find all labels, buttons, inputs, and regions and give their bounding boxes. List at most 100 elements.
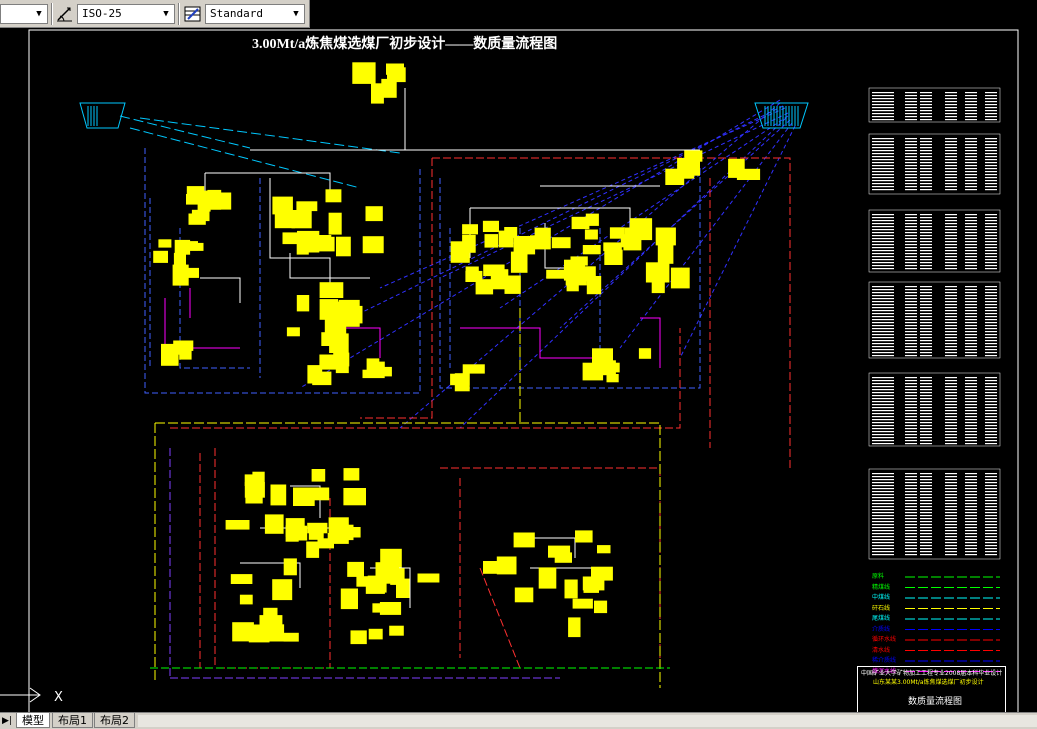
table-cell-line xyxy=(985,512,997,514)
table-cell-line xyxy=(945,542,957,544)
table-cell-line xyxy=(985,548,997,550)
annotation-block xyxy=(164,346,180,355)
legend-item: 循环水线 xyxy=(872,636,897,643)
table-cell-line xyxy=(920,349,932,351)
table-cell-line xyxy=(872,443,894,445)
table-cell-line xyxy=(872,241,894,243)
table-cell-line xyxy=(945,226,957,228)
table-cell-line xyxy=(905,512,917,514)
annotation-block xyxy=(684,150,703,162)
drawing-canvas[interactable]: 3.00Mt/a炼焦煤选煤厂初步设计——数质量流程图 原料 精煤线 中煤线 矸石线 尾煤… xyxy=(0,28,1037,714)
table-cell-line xyxy=(945,383,957,385)
horizontal-scrollbar[interactable] xyxy=(138,715,1037,727)
table-cell-line xyxy=(945,322,957,324)
table-cell-line xyxy=(905,232,917,234)
table-cell-line xyxy=(872,440,894,442)
annotation-block xyxy=(325,189,342,203)
tab-nav-last-icon[interactable]: ▶| xyxy=(0,714,14,728)
table-cell-line xyxy=(905,404,917,406)
table-cell-line xyxy=(985,165,997,167)
table-cell-line xyxy=(985,168,997,170)
table-cell-line xyxy=(985,322,997,324)
annotation-block xyxy=(389,625,404,636)
table-cell-line xyxy=(872,497,894,499)
annotation-block xyxy=(245,493,263,504)
annotation-block xyxy=(645,262,670,283)
table-cell-line xyxy=(985,241,997,243)
table-cell-line xyxy=(965,301,977,303)
table-cell-line xyxy=(905,168,917,170)
dimension-style-icon[interactable] xyxy=(55,4,75,24)
table-cell-line xyxy=(985,440,997,442)
table-cell-line xyxy=(965,407,977,409)
table-cell-line xyxy=(985,551,997,553)
table-cell-line xyxy=(965,226,977,228)
table-cell-line xyxy=(945,416,957,418)
table-cell-line xyxy=(985,401,997,403)
table-cell-line xyxy=(872,253,894,255)
table-cell-line xyxy=(920,383,932,385)
table-cell-line xyxy=(920,98,932,100)
toolbar-separator xyxy=(51,3,53,25)
table-cell-line xyxy=(905,313,917,315)
table-cell-line xyxy=(985,226,997,228)
table-cell-line xyxy=(945,316,957,318)
table-cell-line xyxy=(872,265,894,267)
table-cell-line xyxy=(945,551,957,553)
table-cell-line xyxy=(965,401,977,403)
table-cell-line xyxy=(872,392,894,394)
table-cell-line xyxy=(920,268,932,270)
table-cell-line xyxy=(945,310,957,312)
table-cell-line xyxy=(945,506,957,508)
table-cell-line xyxy=(920,177,932,179)
table-cell-line xyxy=(920,500,932,502)
table-cell-line xyxy=(985,214,997,216)
table-cell-line xyxy=(920,250,932,252)
table-cell-line xyxy=(905,383,917,385)
table-cell-line xyxy=(872,186,894,188)
table-cell-line xyxy=(945,503,957,505)
table-cell-line xyxy=(985,156,997,158)
table-cell-line xyxy=(920,413,932,415)
table-cell-line xyxy=(905,485,917,487)
table-cell-line xyxy=(965,389,977,391)
table-cell-line xyxy=(872,162,894,164)
table-style-icon[interactable] xyxy=(183,4,203,24)
table-cell-line xyxy=(920,548,932,550)
table-cell-line xyxy=(920,180,932,182)
annotation-block xyxy=(582,245,601,255)
table-cell-line xyxy=(965,346,977,348)
table-cell-line xyxy=(965,355,977,357)
table-cell-line xyxy=(872,110,894,112)
table-cell-line xyxy=(920,226,932,228)
table-cell-line xyxy=(905,533,917,535)
table-cell-line xyxy=(920,410,932,412)
annotation-block xyxy=(604,249,623,265)
table-cell-line xyxy=(945,162,957,164)
table-cell-line xyxy=(985,527,997,529)
annotation-block xyxy=(252,471,265,483)
tablestyle-dropdown[interactable]: Standard ▼ xyxy=(205,4,305,24)
table-cell-line xyxy=(872,509,894,511)
dimstyle-dropdown[interactable]: ISO-25 ▼ xyxy=(77,4,175,24)
tab-layout2[interactable]: 布局2 xyxy=(94,713,135,728)
table-cell-line xyxy=(965,162,977,164)
tab-layout1[interactable]: 布局1 xyxy=(52,713,93,728)
table-cell-line xyxy=(985,95,997,97)
table-cell-line xyxy=(905,389,917,391)
table-cell-line xyxy=(985,389,997,391)
table-cell-line xyxy=(872,220,894,222)
tab-model[interactable]: 模型 xyxy=(16,713,50,728)
table-cell-line xyxy=(985,407,997,409)
table-cell-line xyxy=(945,352,957,354)
annotation-block xyxy=(362,369,385,379)
table-cell-line xyxy=(920,235,932,237)
table-cell-line xyxy=(905,343,917,345)
table-cell-line xyxy=(872,144,894,146)
table-cell-line xyxy=(920,542,932,544)
table-cell-line xyxy=(920,476,932,478)
textstyle-dropdown-partial[interactable]: ▼ xyxy=(0,4,48,24)
table-cell-line xyxy=(920,298,932,300)
annotation-block xyxy=(554,552,572,563)
table-cell-line xyxy=(985,419,997,421)
